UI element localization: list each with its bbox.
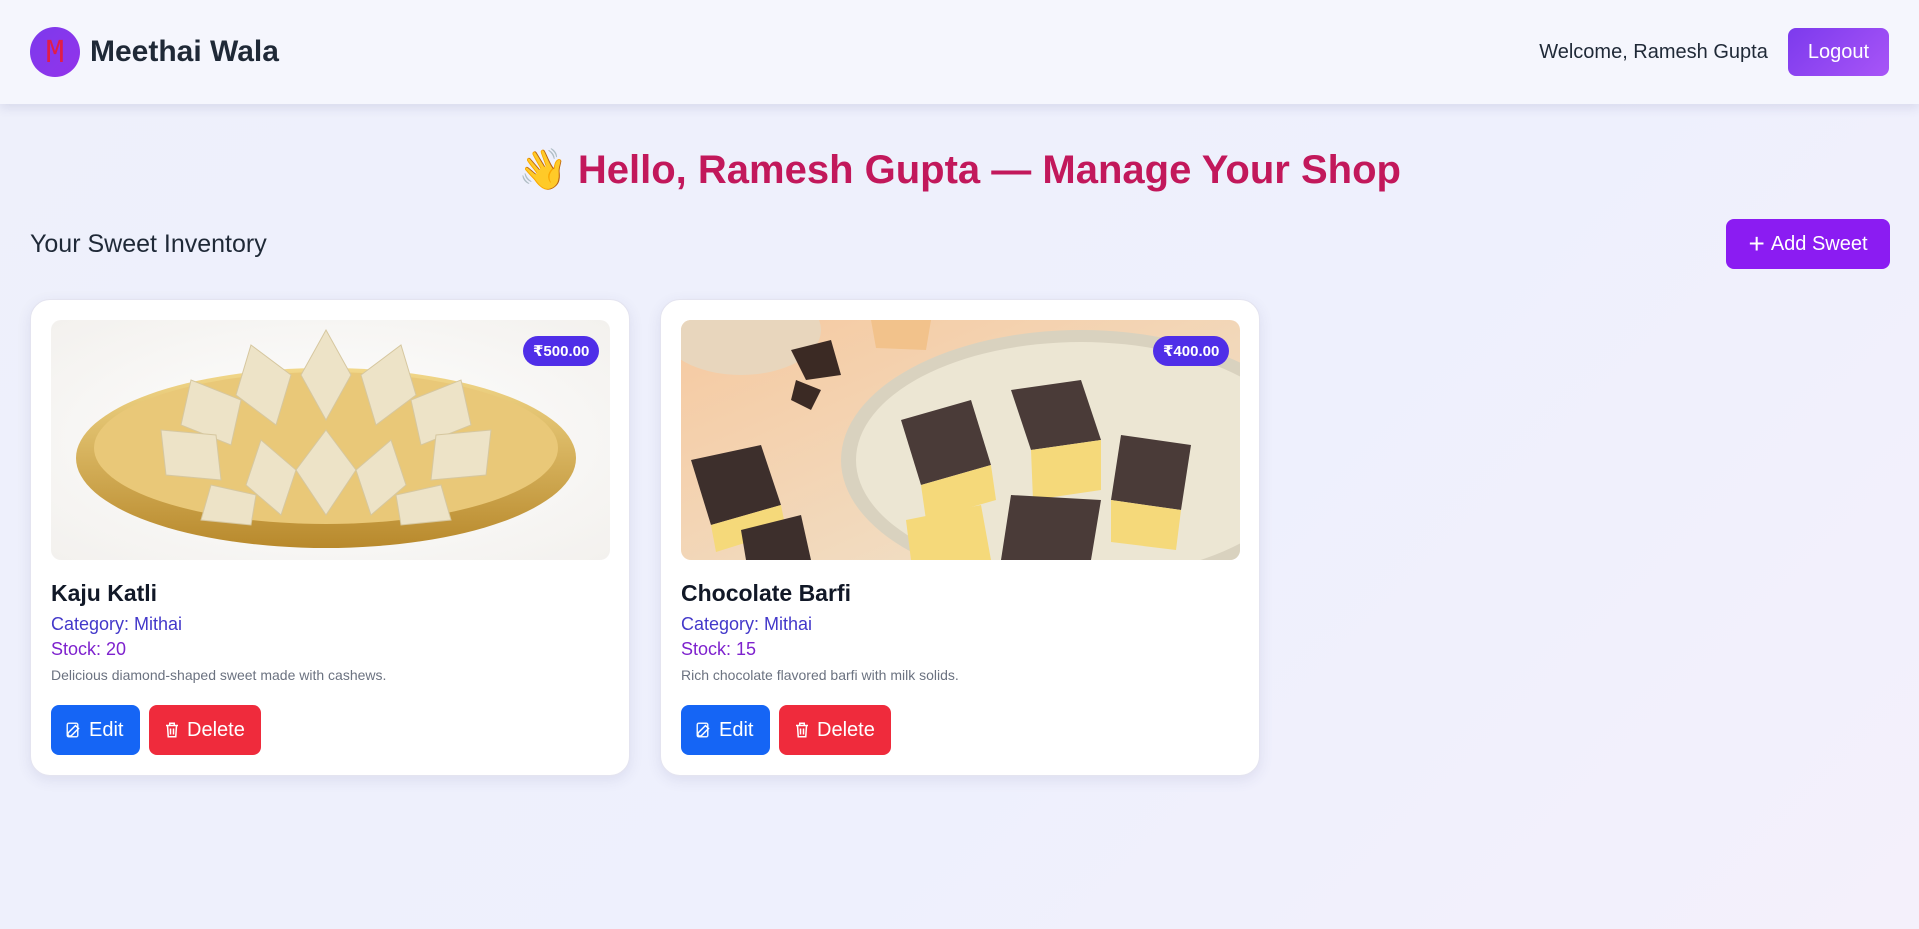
delete-label: Delete bbox=[817, 718, 875, 741]
edit-button[interactable]: Edit bbox=[681, 705, 770, 755]
sweet-description: Delicious diamond-shaped sweet made with… bbox=[51, 667, 387, 683]
brand-logo: M bbox=[30, 27, 80, 77]
brand[interactable]: M Meethai Wala bbox=[30, 27, 279, 77]
brand-name: Meethai Wala bbox=[90, 35, 279, 68]
sweet-name: Chocolate Barfi bbox=[681, 580, 851, 606]
sweet-description: Rich chocolate flavored barfi with milk … bbox=[681, 667, 959, 683]
edit-label: Edit bbox=[719, 718, 754, 741]
welcome-text: Welcome, Ramesh Gupta bbox=[1539, 40, 1768, 63]
delete-button[interactable]: Delete bbox=[779, 705, 891, 755]
nav-right: Welcome, Ramesh Gupta Logout bbox=[1539, 28, 1889, 76]
sweet-name: Kaju Katli bbox=[51, 580, 158, 606]
price-badge: ₹500.00 bbox=[523, 336, 600, 366]
add-sweet-button[interactable]: + Add Sweet bbox=[1726, 219, 1890, 269]
navbar: M Meethai Wala Welcome, Ramesh Gupta Log… bbox=[0, 0, 1919, 104]
add-sweet-label: Add Sweet bbox=[1770, 232, 1868, 255]
sweet-stock: Stock: 15 bbox=[681, 639, 757, 659]
edit-icon bbox=[696, 722, 710, 738]
page-title: 👋 Hello, Ramesh Gupta — Manage Your Shop bbox=[0, 146, 1919, 193]
sweet-category: Category: Mithai bbox=[681, 614, 813, 634]
edit-icon bbox=[66, 722, 80, 738]
trash-icon bbox=[166, 722, 178, 738]
price-badge: ₹400.00 bbox=[1153, 336, 1230, 366]
logout-button[interactable]: Logout bbox=[1787, 28, 1889, 76]
sweet-stock: Stock: 20 bbox=[51, 639, 127, 659]
delete-button[interactable]: Delete bbox=[149, 705, 261, 755]
delete-label: Delete bbox=[187, 718, 245, 741]
edit-button[interactable]: Edit bbox=[51, 705, 140, 755]
plus-icon: + bbox=[1748, 228, 1765, 259]
page-title-text: Hello, Ramesh Gupta — Manage Your Shop bbox=[577, 148, 1401, 192]
wave-icon: 👋 bbox=[518, 147, 568, 193]
sweet-card: ₹500.00 Kaju Katli Category: Mithai Stoc… bbox=[30, 299, 630, 776]
edit-label: Edit bbox=[89, 718, 124, 741]
trash-icon bbox=[796, 722, 808, 738]
sweet-category: Category: Mithai bbox=[51, 614, 183, 634]
section-title: Your Sweet Inventory bbox=[30, 230, 267, 258]
sweet-card: ₹400.00 Chocolate Barfi Category: Mithai… bbox=[660, 299, 1260, 776]
